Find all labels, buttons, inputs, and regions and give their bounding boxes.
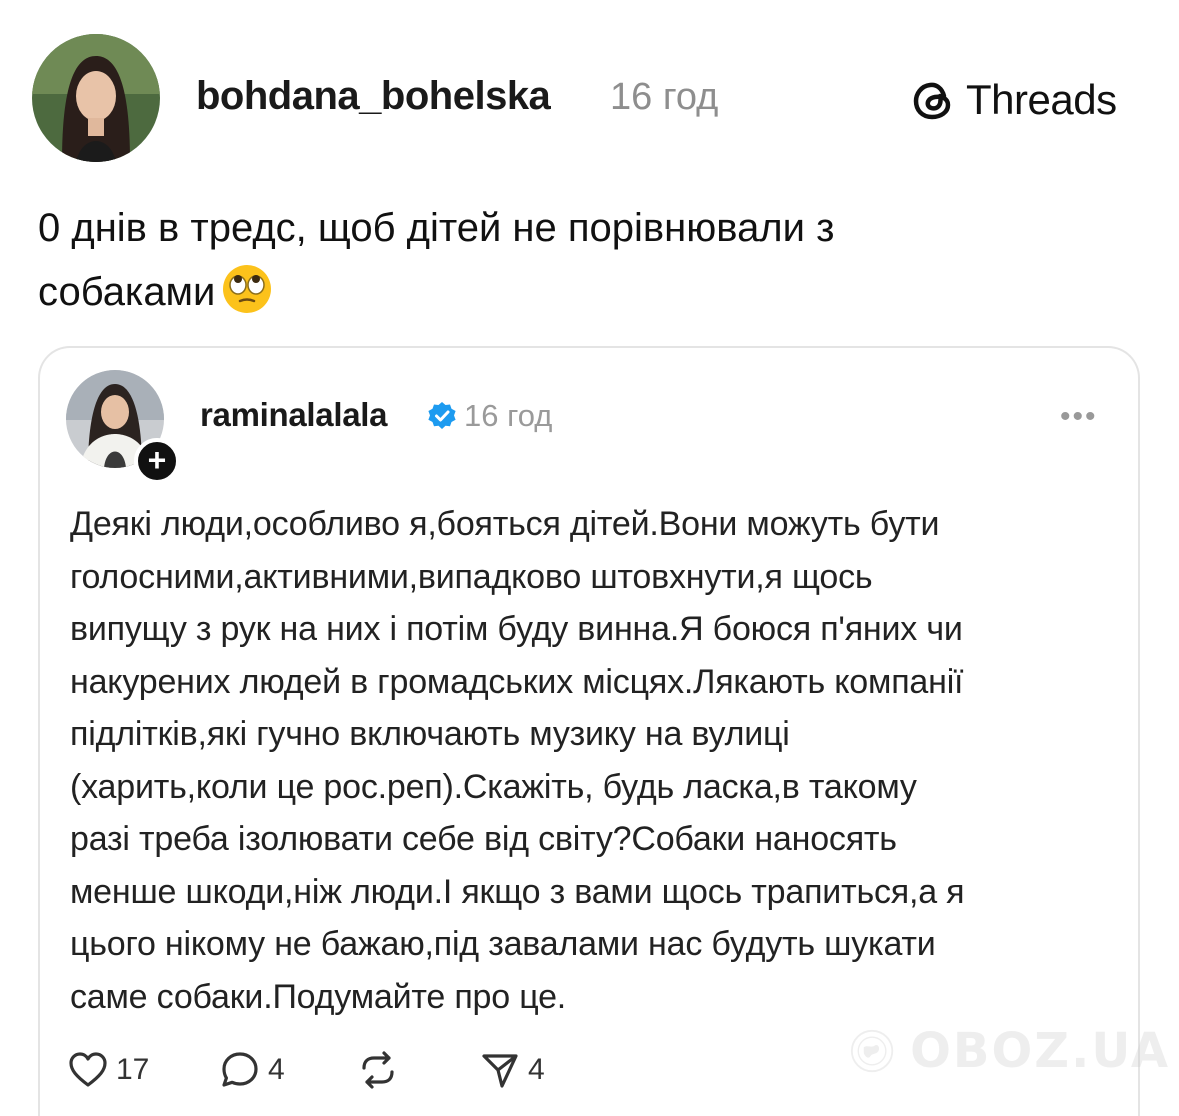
globe-watermark-icon [850,1029,894,1073]
repost-button[interactable] [356,1048,406,1092]
quoted-timestamp: 16 год [464,398,553,433]
quoted-line: цього нікому не бажаю,під завалами нас б… [70,925,936,963]
threads-icon [913,82,951,120]
quoted-line: голосними,активними,випадково штовхнути,… [70,557,873,596]
threads-logo: Threads [910,74,1117,126]
quoted-line: (харить,коли це рос.реп).Скажіть, будь л… [70,767,917,806]
quoted-author-username[interactable]: raminalalala [200,396,387,434]
like-button[interactable]: 17 [66,1048,149,1092]
post-header: bohdana_bohelska 16 год Threads [0,0,1179,180]
author-avatar[interactable] [32,34,160,162]
post-actions-bar: 17 4 4 [66,1048,766,1098]
post-body: 0 днів в тредс, щоб дітей не порівнювали… [38,196,1138,324]
heart-icon [69,1052,107,1087]
reply-button[interactable]: 4 [218,1048,285,1092]
follow-plus-icon[interactable]: + [134,438,180,484]
author-username[interactable]: bohdana_bohelska [196,74,551,119]
share-count: 4 [528,1053,545,1086]
quoted-post-text: Деякі люди,особливо я,бояться дітей.Вони… [70,498,1130,1023]
quoted-line: випущу з рук на них і потім буду винна.Я… [70,610,963,648]
share-button[interactable]: 4 [478,1048,545,1092]
quoted-line: підлітків,які гучно включають музику на … [70,715,790,753]
like-count: 17 [116,1053,150,1086]
rolling-eyes-emoji-icon [223,265,272,313]
threads-label: Threads [966,76,1117,123]
verified-badge-icon [428,402,456,429]
quoted-line: менше шкоди,ніж люди.І якщо з вами щось … [70,872,965,911]
quoted-author-avatar[interactable]: + [66,370,180,484]
post-timestamp: 16 год [610,76,719,118]
oboz-watermark: OBOZ.UA [850,996,1170,1106]
more-options-icon[interactable]: ••• [1060,400,1098,434]
comment-icon [222,1052,258,1087]
reply-count: 4 [268,1053,285,1086]
quoted-line: Деякі люди,особливо я,бояться дітей.Вони… [70,505,940,543]
watermark-text: OBOZ.UA [910,1023,1170,1079]
quoted-line: накурених людей в громадських місцях.Ляк… [70,662,964,701]
repost-icon [362,1051,394,1089]
post-text: 0 днів в тредс, щоб дітей не порівнювали… [38,206,835,314]
send-icon [482,1054,518,1088]
quoted-line: разі треба ізолювати себе від світу?Соба… [70,820,897,858]
author-avatar-image [32,34,160,162]
